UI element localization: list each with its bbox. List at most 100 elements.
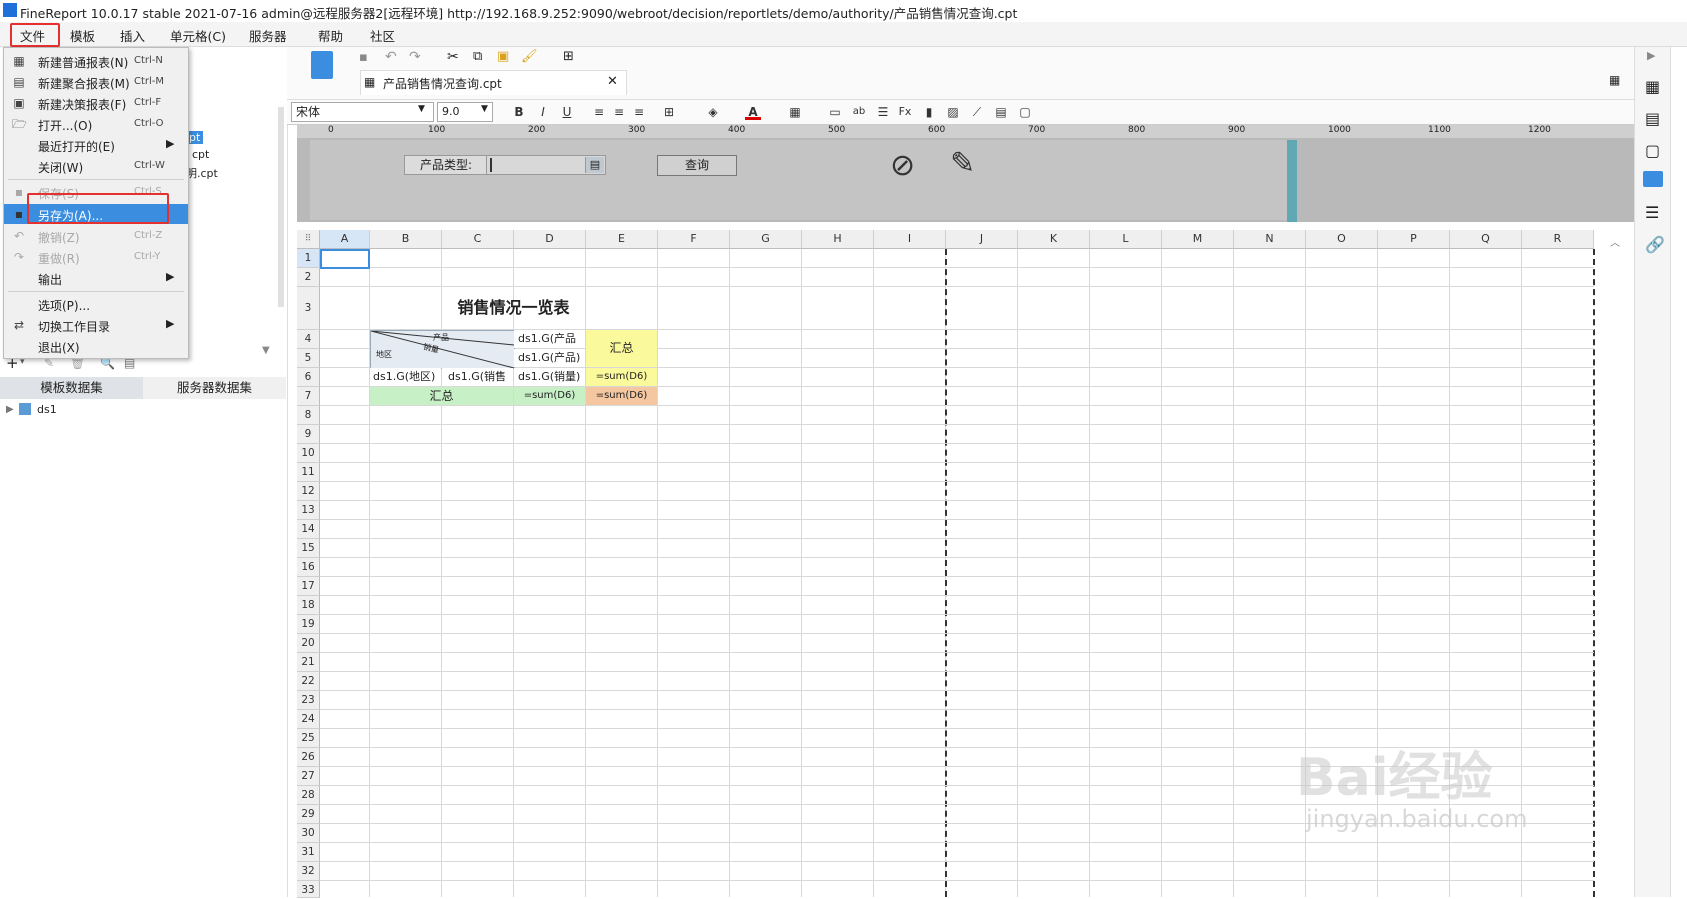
- redo-icon[interactable]: ↷: [409, 49, 421, 65]
- menu-switch-workdir[interactable]: ⇄ 切换工作目录 ▶: [4, 315, 188, 335]
- column-header[interactable]: I: [874, 230, 946, 249]
- tab-template-dataset[interactable]: 模板数据集: [0, 377, 143, 399]
- align-center-icon[interactable]: ≡: [611, 104, 627, 120]
- font-color-icon[interactable]: A: [745, 104, 761, 120]
- row-header[interactable]: 26: [297, 748, 320, 767]
- row-header[interactable]: 29: [297, 805, 320, 824]
- row-header[interactable]: 3: [297, 287, 320, 330]
- bold-icon[interactable]: B: [511, 104, 527, 120]
- tree-item[interactable]: cpt: [192, 148, 209, 161]
- border-icon[interactable]: ⊞: [661, 104, 677, 120]
- menu-undo[interactable]: ↶ 撤销(Z) Ctrl-Z: [4, 226, 188, 246]
- cell-e7[interactable]: =sum(D6): [586, 387, 657, 405]
- condition-attr-icon[interactable]: ☰: [1645, 203, 1659, 222]
- menu-insert[interactable]: 插入: [120, 26, 145, 45]
- hyperlink-icon[interactable]: 🔗: [1645, 235, 1665, 254]
- cell-c6[interactable]: ds1.G(销售: [442, 368, 513, 386]
- document-tab[interactable]: ▦ 产品销售情况查询.cpt ✕: [360, 70, 627, 95]
- menu-cell[interactable]: 单元格(C): [170, 26, 226, 45]
- cell-d6[interactable]: ds1.G(销量): [514, 368, 585, 386]
- cell-e4-total[interactable]: 汇总: [586, 330, 657, 367]
- column-header[interactable]: R: [1522, 230, 1594, 249]
- row-header[interactable]: 8: [297, 406, 320, 425]
- column-header[interactable]: H: [802, 230, 874, 249]
- param-resize-handle[interactable]: [1287, 140, 1297, 222]
- menu-redo[interactable]: ↷ 重做(R) Ctrl-Y: [4, 247, 188, 267]
- floating-element-icon[interactable]: ▢: [1645, 141, 1660, 160]
- align-left-icon[interactable]: ≡: [591, 104, 607, 120]
- menu-exit[interactable]: 退出(X): [4, 336, 188, 356]
- menu-close[interactable]: 关闭(W) Ctrl-W: [4, 156, 188, 176]
- menu-options[interactable]: 选项(P)...: [4, 294, 188, 314]
- tree-scrollbar[interactable]: [278, 107, 284, 307]
- menu-server[interactable]: 服务器: [249, 26, 287, 45]
- fill-color-icon[interactable]: ◈: [705, 104, 721, 120]
- dataset-item[interactable]: ds1: [37, 403, 57, 416]
- row-header[interactable]: 30: [297, 824, 320, 843]
- row-header[interactable]: 9: [297, 425, 320, 444]
- image-icon[interactable]: ▨: [945, 104, 961, 120]
- menu-new-aggregate-report[interactable]: ▤ 新建聚合报表(M) Ctrl-M: [4, 72, 188, 92]
- row-header[interactable]: 13: [297, 501, 320, 520]
- row-header[interactable]: 23: [297, 691, 320, 710]
- query-button[interactable]: 查询: [657, 155, 737, 176]
- text-cell-icon[interactable]: ab: [851, 104, 867, 120]
- cell-d7[interactable]: =sum(D6): [514, 387, 585, 405]
- row-header[interactable]: 20: [297, 634, 320, 653]
- row-header[interactable]: 16: [297, 558, 320, 577]
- column-header[interactable]: P: [1378, 230, 1450, 249]
- cell-attr-icon[interactable]: ▦: [1645, 77, 1660, 96]
- row-header[interactable]: 1: [297, 249, 320, 268]
- row-header[interactable]: 27: [297, 767, 320, 786]
- eye-off-icon[interactable]: ⊘: [890, 148, 915, 183]
- row-header[interactable]: 6: [297, 368, 320, 387]
- cell-d5[interactable]: ds1.G(产品): [514, 349, 585, 367]
- row-header[interactable]: 32: [297, 862, 320, 881]
- row-header[interactable]: 22: [297, 672, 320, 691]
- column-header[interactable]: A: [320, 230, 370, 249]
- save-icon[interactable]: ▪: [359, 50, 368, 65]
- formula-icon[interactable]: Fx: [897, 104, 913, 120]
- paste-icon[interactable]: ▣: [497, 49, 509, 64]
- column-header[interactable]: F: [658, 230, 730, 249]
- row-header[interactable]: 25: [297, 729, 320, 748]
- row-header[interactable]: 24: [297, 710, 320, 729]
- row-header[interactable]: 2: [297, 268, 320, 287]
- slash-icon[interactable]: ⟋: [969, 104, 985, 120]
- row-header[interactable]: 18: [297, 596, 320, 615]
- menu-recent[interactable]: 最近打开的(E) ▶: [4, 135, 188, 155]
- scroll-up-icon[interactable]: ︿: [1610, 234, 1620, 249]
- menu-new-normal-report[interactable]: ▦ 新建普通报表(N) Ctrl-N: [4, 51, 188, 71]
- chart-icon[interactable]: ▮: [921, 104, 937, 120]
- menu-file[interactable]: 文件: [20, 26, 45, 45]
- align-right-icon[interactable]: ≡: [631, 104, 647, 120]
- template-design-icon[interactable]: [311, 51, 333, 79]
- column-header[interactable]: J: [946, 230, 1018, 249]
- cell-e6[interactable]: =sum(D6): [586, 368, 657, 386]
- menu-open[interactable]: 🗁 打开...(O) Ctrl-O: [4, 114, 188, 134]
- row-header[interactable]: 33: [297, 881, 320, 898]
- underline-icon[interactable]: U: [559, 104, 575, 120]
- row-header[interactable]: 28: [297, 786, 320, 805]
- cell-b7-total[interactable]: 汇总: [370, 387, 513, 405]
- row-header[interactable]: 19: [297, 615, 320, 634]
- expand-arrow-icon[interactable]: ▶: [6, 404, 14, 415]
- tab-server-dataset[interactable]: 服务器数据集: [143, 377, 286, 399]
- column-header[interactable]: L: [1090, 230, 1162, 249]
- copy-icon[interactable]: ⧉: [473, 49, 482, 64]
- row-header[interactable]: 21: [297, 653, 320, 672]
- cell-b6[interactable]: ds1.G(地区): [370, 368, 441, 386]
- chevron-down-icon[interactable]: ▼: [481, 104, 488, 114]
- slash-header-cell[interactable]: 产品 销量 地区: [370, 330, 515, 369]
- product-type-input[interactable]: ▤: [486, 155, 606, 175]
- unmerge-icon[interactable]: ▭: [827, 104, 843, 120]
- italic-icon[interactable]: I: [535, 104, 551, 120]
- row-header[interactable]: 4: [297, 330, 320, 349]
- menu-export[interactable]: 输出 ▶: [4, 268, 188, 288]
- template-param-icon[interactable]: ⊞: [563, 49, 574, 64]
- close-icon[interactable]: ✕: [607, 74, 618, 89]
- row-header[interactable]: 11: [297, 463, 320, 482]
- insert-frame-icon[interactable]: ▢: [1017, 104, 1033, 120]
- row-header[interactable]: 12: [297, 482, 320, 501]
- row-header[interactable]: 7: [297, 387, 320, 406]
